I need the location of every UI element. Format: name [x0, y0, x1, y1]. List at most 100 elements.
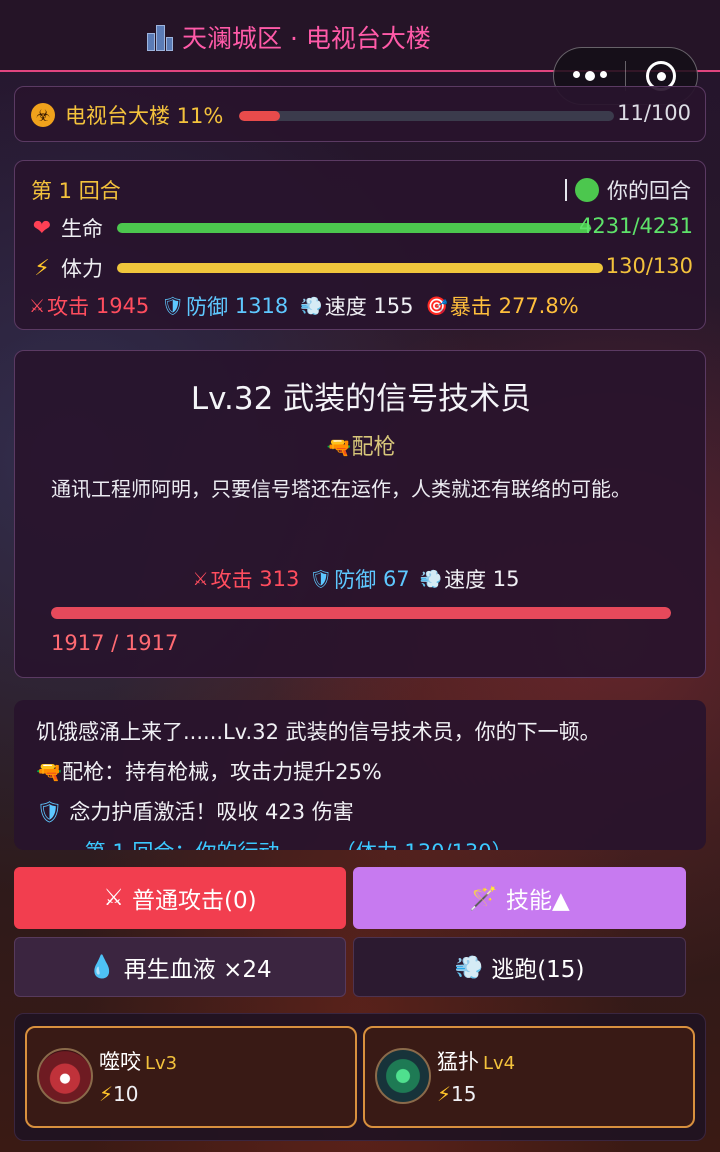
hp-bar [117, 223, 591, 233]
shield-icon: 🛡 [36, 800, 63, 824]
enemy-name: Lv.32 武装的信号技术员 [190, 381, 532, 417]
enemy-defense-label: 防御 [334, 568, 377, 592]
skill-cost-value: 10 [113, 1082, 139, 1106]
skill-button[interactable]: 🪄 技能▲ [353, 867, 686, 929]
lightning-icon: ⚡ [34, 255, 50, 281]
log-line: 🔫配枪：持有枪械，攻击力提升25% [36, 756, 382, 786]
enemy-hp-bar [51, 607, 671, 619]
player-attributes: ⚔ 攻击 1945 🛡 防御 1318 💨 速度 155 🎯 暴击 277.8% [29, 291, 589, 321]
enemy-panel: Lv.32 武装的信号技术员 🔫配枪 通讯工程师阿明，只要信号塔还在运作，人类就… [14, 350, 706, 678]
water-gun-icon: 🔫 [326, 435, 352, 459]
page-title: 天澜城区 · 电视台大楼 [182, 24, 431, 53]
log-line: 饥饿感涌上来了......Lv.32 武装的信号技术员，你的下一顿。 [36, 720, 601, 744]
player-attack-label: 攻击 [47, 295, 90, 319]
hp-bar-fill [117, 223, 591, 233]
shield-icon: 🛡 [309, 568, 333, 590]
regen-blood-button[interactable]: 💧 再生血液 ×24 [14, 937, 346, 997]
normal-attack-button[interactable]: ⚔ 普通攻击(0) [14, 867, 346, 929]
player-speed-value: 155 [373, 294, 414, 318]
turn-divider [565, 179, 567, 201]
skills-panel: 噬咬 Lv3 ⚡10 猛扑 Lv4 ⚡15 [14, 1013, 706, 1141]
wind-icon: 💨 [419, 568, 443, 590]
city-icon [146, 23, 174, 51]
pounce-icon [375, 1048, 431, 1104]
target-icon: 🎯 [425, 295, 448, 317]
enemy-defense: 🛡 防御 67 [309, 564, 409, 594]
magic-wand-icon: 🪄 [469, 885, 498, 912]
blood-drop-icon: 💧 [88, 954, 116, 980]
stamina-value: 130/130 [605, 254, 693, 278]
skill-name-text: 噬咬 [99, 1050, 141, 1074]
wind-icon: 💨 [300, 295, 323, 317]
shield-icon: 🛡 [161, 295, 185, 317]
flee-label: 逃跑(15) [491, 957, 585, 983]
normal-attack-label: 普通攻击(0) [132, 888, 257, 914]
bite-icon [37, 1048, 93, 1104]
skill-level: Lv3 [145, 1053, 178, 1074]
enemy-attack: ⚔ 攻击 313 [192, 564, 299, 594]
skill-card-bite[interactable]: 噬咬 Lv3 ⚡10 [25, 1026, 357, 1128]
stamina-bar [117, 263, 603, 273]
enemy-attack-label: 攻击 [210, 568, 253, 592]
player-crit: 🎯 暴击 277.8% [425, 291, 578, 321]
enemy-speed-value: 15 [492, 567, 520, 591]
skill-card-pounce[interactable]: 猛扑 Lv4 ⚡15 [363, 1026, 695, 1128]
enemy-defense-value: 67 [382, 567, 410, 591]
player-speed: 💨 速度 155 [300, 291, 413, 321]
enemy-speed-label: 速度 [444, 568, 487, 592]
turn-text: 你的回合 [607, 179, 691, 203]
enemy-attack-value: 313 [259, 567, 300, 591]
water-gun-icon: 🔫 [36, 760, 63, 784]
log-line: 🛡 念力护盾激活！吸收 423 伤害 [36, 796, 354, 826]
log-line-text: 念力护盾激活！吸收 423 伤害 [69, 800, 354, 824]
log-line-text: 配枪：持有枪械，攻击力提升25% [62, 760, 382, 784]
player-attack-value: 1945 [95, 294, 150, 318]
hp-label: 生命 [61, 217, 103, 241]
crossed-swords-icon: ⚔ [103, 885, 125, 911]
enemy-attributes: ⚔ 攻击 313 🛡 防御 67 💨 速度 15 [15, 564, 707, 594]
area-progress-fill [239, 111, 281, 121]
enemy-tag-label: 配枪 [351, 435, 396, 460]
player-crit-label: 暴击 [449, 295, 492, 319]
player-defense: 🛡 防御 1318 [161, 291, 288, 321]
enemy-tag: 🔫配枪 [15, 429, 707, 461]
player-crit-value: 277.8% [498, 294, 579, 318]
page-title-group: 天澜城区 · 电视台大楼 [146, 20, 431, 54]
hp-row: ❤ 生命 4231/4231 [29, 213, 693, 243]
turn-status-dot [575, 178, 599, 202]
turn-indicator: 你的回合 [565, 175, 691, 205]
lightning-icon: ⚡ [437, 1082, 452, 1106]
skill-cost: ⚡15 [437, 1082, 477, 1106]
hp-value: 4231/4231 [579, 214, 693, 238]
skill-cost-value: 15 [451, 1082, 477, 1106]
player-defense-value: 1318 [234, 294, 289, 318]
player-attack: ⚔ 攻击 1945 [29, 291, 149, 321]
crossed-swords-icon: ⚔ [192, 568, 209, 590]
player-speed-label: 速度 [324, 295, 367, 319]
regen-blood-label: 再生血液 ×24 [123, 957, 272, 983]
area-progress-panel: ☣ 电视台大楼 11% 11/100 [14, 86, 706, 142]
stamina-row: ⚡ 体力 130/130 [29, 253, 693, 283]
log-line: —— 第 1 回合：你的行动 —— （体力 130/130） [36, 836, 513, 850]
skill-cost: ⚡10 [99, 1082, 139, 1106]
area-progress-count: 11/100 [617, 101, 691, 125]
area-progress-bar [239, 111, 614, 121]
skill-name: 猛扑 Lv4 [437, 1046, 515, 1076]
area-progress-label-group: ☣ 电视台大楼 11% [31, 100, 223, 130]
more-menu-icon[interactable] [554, 71, 625, 81]
area-progress-label: 电视台大楼 11% [65, 104, 224, 128]
skill-label: 技能▲ [505, 888, 570, 914]
enemy-description: 通讯工程师阿明，只要信号塔还在运作，人类就还有联络的可能。 [51, 477, 631, 501]
heart-icon: ❤ [32, 215, 52, 241]
round-label: 第 1 回合 [31, 179, 121, 203]
biohazard-icon: ☣ [31, 103, 55, 127]
player-defense-label: 防御 [186, 295, 229, 319]
flee-button[interactable]: 💨 逃跑(15) [353, 937, 686, 997]
skill-name: 噬咬 Lv3 [99, 1046, 177, 1076]
top-bar: 天澜城区 · 电视台大楼 [0, 0, 720, 105]
wind-icon: 💨 [454, 954, 484, 981]
battle-log[interactable]: 饥饿感涌上来了......Lv.32 武装的信号技术员，你的下一顿。 🔫配枪：持… [14, 700, 706, 850]
enemy-hp-text: 1917 / 1917 [51, 631, 179, 655]
stamina-label: 体力 [61, 257, 103, 281]
enemy-speed: 💨 速度 15 [420, 564, 520, 594]
